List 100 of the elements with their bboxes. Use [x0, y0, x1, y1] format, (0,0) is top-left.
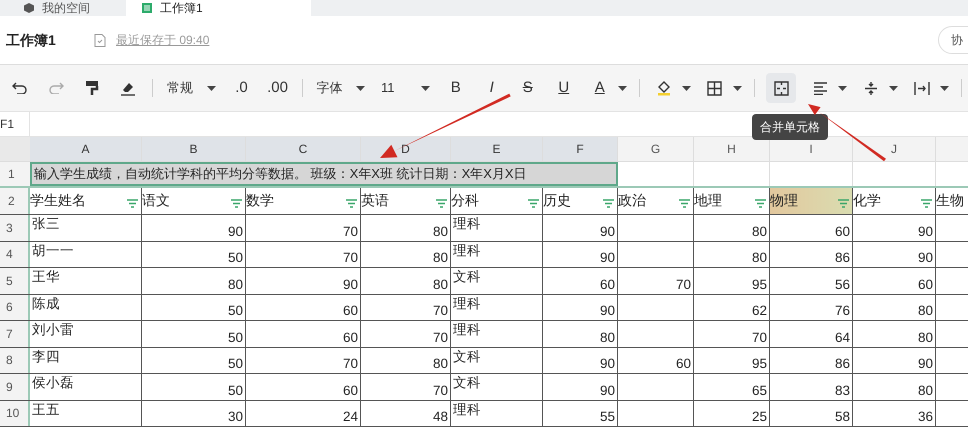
table-cell: 60 [342, 328, 358, 346]
table-cell: 70 [432, 302, 448, 320]
table-cell: 80 [752, 249, 767, 267]
header-cell[interactable]: 历史 [543, 188, 618, 214]
format-button[interactable]: B [444, 74, 468, 102]
format-button[interactable]: A [588, 74, 612, 102]
table-cell: 胡一一 [32, 242, 74, 260]
table-cell: 50 [228, 302, 243, 320]
table-cell: 48 [432, 408, 448, 426]
toolbar-dropdown[interactable]: 常规 [158, 74, 224, 102]
filter-icon[interactable] [436, 198, 447, 208]
cube-icon [24, 3, 34, 13]
header-text: 英语 [361, 191, 389, 210]
row-number: 3 [0, 215, 30, 240]
header-cell[interactable]: 分科 [451, 188, 543, 214]
table-cell: 70 [432, 382, 448, 400]
table-cell: 90 [918, 249, 933, 267]
format-button[interactable]: I [480, 74, 504, 102]
table-cell: 70 [432, 328, 448, 346]
header-cell[interactable]: 生物 [936, 188, 968, 214]
column-header[interactable]: D [361, 137, 451, 161]
filter-icon[interactable] [679, 198, 690, 208]
row-number: 1 [0, 162, 30, 186]
header-text: 语文 [142, 191, 170, 210]
align-left-icon[interactable] [812, 82, 828, 94]
filter-icon[interactable] [755, 198, 766, 208]
caret-icon[interactable] [940, 86, 950, 90]
table-cell: 90 [600, 302, 615, 320]
format-button[interactable]: .0 [230, 74, 254, 102]
caret-icon[interactable] [356, 86, 365, 90]
header-text: 政治 [618, 191, 646, 210]
table-cell: 90 [918, 222, 933, 240]
table-cell: 36 [918, 408, 933, 426]
column-header[interactable]: A [30, 137, 142, 161]
header-cell[interactable]: 政治 [618, 188, 694, 214]
header-cell[interactable]: 语文 [142, 188, 246, 214]
tab[interactable]: 工作簿1 [126, 0, 311, 16]
table-cell: 文科 [453, 348, 481, 366]
tab[interactable]: 我的空间 [8, 0, 118, 16]
caret-icon[interactable] [889, 86, 898, 90]
filter-icon[interactable] [603, 198, 614, 208]
header-text: 物理 [770, 191, 798, 210]
format-painter-icon[interactable] [85, 80, 99, 96]
row-number: 6 [0, 294, 30, 320]
table-cell: 76 [834, 302, 850, 320]
column-header[interactable]: C [246, 137, 361, 161]
column-header[interactable]: F [543, 137, 618, 161]
row-number: 5 [0, 268, 30, 294]
format-button[interactable]: U [552, 74, 576, 102]
merge-cells-icon [774, 80, 789, 96]
header-text: 数学 [246, 191, 274, 210]
table-cell: 65 [752, 382, 767, 400]
filter-icon[interactable] [346, 198, 357, 208]
table-cell: 80 [432, 222, 448, 240]
table-cell: 90 [342, 276, 358, 294]
caret-icon[interactable] [732, 86, 742, 90]
filter-icon[interactable] [528, 198, 539, 208]
header-cell[interactable]: 数学 [246, 188, 361, 214]
fill-color-icon[interactable] [656, 80, 672, 96]
table-cell: 80 [600, 328, 615, 346]
table-cell: 60 [600, 276, 615, 294]
vertical-align-icon[interactable] [864, 80, 878, 96]
filter-icon[interactable] [921, 198, 932, 208]
column-header[interactable]: E [451, 137, 543, 161]
eraser-icon[interactable] [120, 80, 136, 96]
undo-icon[interactable] [12, 82, 28, 94]
header-cell[interactable]: 化学 [853, 188, 936, 214]
merge-cells-button[interactable] [766, 73, 796, 103]
collaborate-button[interactable]: 协 [938, 26, 968, 54]
wrap-text-icon[interactable] [914, 80, 930, 96]
column-header[interactable]: B [142, 137, 246, 161]
column-header[interactable]: G [618, 137, 694, 161]
table-cell: 70 [342, 222, 358, 240]
merged-cell: 输入学生成绩，自动统计学科的平均分等数据。 班级：X年X班 统计日期：X年X月X日 [30, 162, 618, 186]
caret-icon[interactable] [206, 86, 216, 90]
table-cell: 80 [432, 276, 448, 294]
header-cell[interactable]: 学生姓名 [30, 188, 142, 214]
format-button[interactable]: .00 [266, 74, 290, 102]
header-cell[interactable]: 物理 [770, 188, 853, 214]
toolbar-dropdown[interactable]: 字体 [308, 74, 373, 102]
format-button[interactable]: S [516, 74, 540, 102]
row-number: 4 [0, 242, 30, 267]
borders-icon[interactable] [707, 80, 722, 96]
table-cell: 90 [600, 355, 615, 373]
table-cell: 60 [918, 276, 933, 294]
document-title: 工作簿1 [6, 30, 57, 50]
table-cell: 24 [342, 408, 358, 426]
caret-icon[interactable] [618, 86, 627, 90]
table-cell: 80 [228, 276, 243, 294]
toolbar-dropdown[interactable]: 11 [373, 74, 438, 102]
caret-icon[interactable] [420, 86, 430, 90]
filter-icon[interactable] [231, 198, 242, 208]
table-cell: 文科 [453, 268, 481, 286]
caret-icon[interactable] [682, 86, 690, 90]
header-cell[interactable]: 英语 [361, 188, 451, 214]
table-cell: 60 [676, 355, 691, 373]
caret-icon[interactable] [838, 86, 848, 90]
filter-icon[interactable] [127, 198, 138, 208]
table-cell: 理科 [453, 242, 481, 260]
table-cell: 80 [432, 249, 448, 267]
